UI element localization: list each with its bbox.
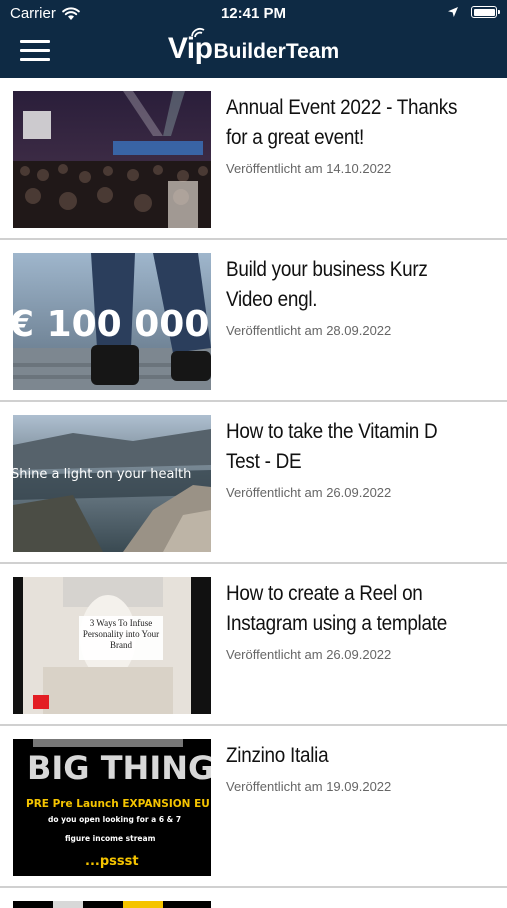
thumbnail-caption: € 100 000: [13, 304, 209, 345]
video-item-partial[interactable]: [0, 888, 507, 908]
logo-builderteam: BuilderTeam: [213, 40, 340, 63]
navigation-bar: Vip BuilderTeam: [0, 28, 507, 78]
video-item-vitamin-d[interactable]: Shine a light on your health How to take…: [0, 402, 507, 564]
thumbnail-caption: Shine a light on your health: [13, 467, 191, 482]
video-title[interactable]: Annual Event 2022 - Thanks for a great e…: [226, 93, 469, 153]
video-title[interactable]: How to take the Vitamin D Test - DE: [226, 417, 469, 477]
video-thumbnail[interactable]: BIG THING PRE Pre Launch EXPANSION EU do…: [13, 739, 211, 876]
thumbnail-subheadline: PRE Pre Launch EXPANSION EU: [26, 798, 210, 810]
thumbnail-headline: BIG THING: [27, 749, 211, 787]
app-logo: Vip BuilderTeam: [0, 28, 507, 66]
top-bar: Carrier 12:41 PM Vip BuilderTeam: [0, 0, 507, 78]
video-date: Veröffentlicht am 26.09.2022: [226, 485, 392, 500]
video-date: Veröffentlicht am 19.09.2022: [226, 779, 392, 794]
video-date: Veröffentlicht am 26.09.2022: [226, 647, 392, 662]
video-thumbnail[interactable]: 3 Ways To Infuse Personality into Your B…: [13, 577, 211, 714]
video-list: Annual Event 2022 - Thanks for a great e…: [0, 78, 507, 908]
clock: 12:41 PM: [220, 5, 287, 22]
status-right: [447, 6, 500, 18]
video-item-build-business[interactable]: € 100 000 Build your business Kurz Video…: [0, 240, 507, 402]
video-thumbnail[interactable]: Shine a light on your health: [13, 415, 211, 552]
thumbnail-line-2: figure income stream: [65, 834, 156, 843]
video-title[interactable]: Build your business Kurz Video engl.: [226, 255, 469, 315]
location-arrow-icon: [448, 7, 458, 17]
logo-signal-icon: [190, 28, 205, 38]
thumbnail-line-3: ...pssst: [85, 854, 139, 869]
video-item-zinzino-italia[interactable]: BIG THING PRE Pre Launch EXPANSION EU do…: [0, 726, 507, 888]
video-thumbnail[interactable]: [13, 901, 211, 908]
battery-icon: [471, 6, 500, 18]
thumbnail-line-1: do you open looking for a 6 & 7: [48, 815, 181, 824]
status-bar: Carrier 12:41 PM: [0, 0, 507, 28]
video-title[interactable]: Zinzino Italia: [226, 741, 469, 771]
video-title[interactable]: How to create a Reel on Instagram using …: [226, 579, 469, 639]
video-date: Veröffentlicht am 14.10.2022: [226, 161, 392, 176]
video-item-annual-event[interactable]: Annual Event 2022 - Thanks for a great e…: [0, 78, 507, 240]
video-thumbnail[interactable]: [13, 91, 211, 228]
video-thumbnail[interactable]: € 100 000: [13, 253, 211, 390]
video-date: Veröffentlicht am 28.09.2022: [226, 323, 392, 338]
thumbnail-caption: 3 Ways To Infuse Personality into Your B…: [82, 618, 160, 650]
video-item-instagram-reel[interactable]: 3 Ways To Infuse Personality into Your B…: [0, 564, 507, 726]
